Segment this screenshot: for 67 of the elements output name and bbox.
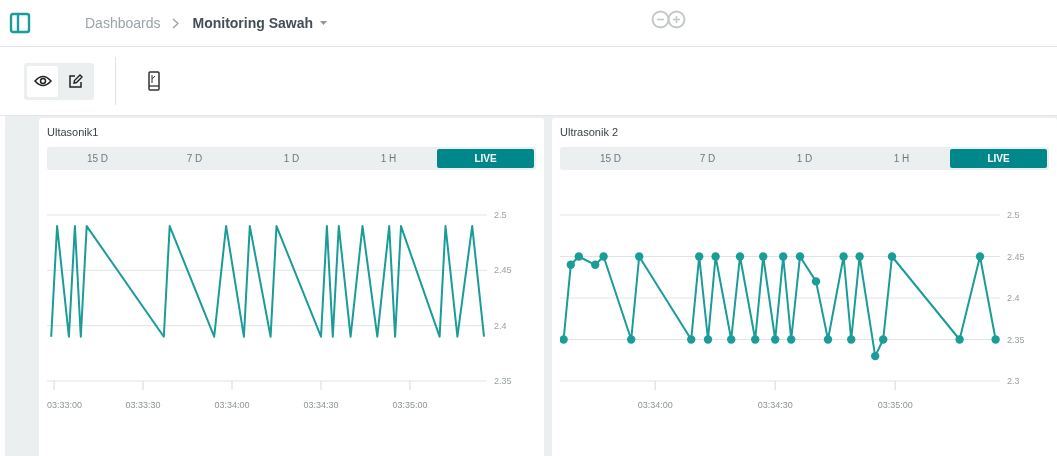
data-point [795,252,805,261]
data-point [727,335,736,344]
axis-label: 03:35:00 [877,400,913,410]
time-range-tab[interactable]: 7 D [146,149,243,168]
data-point [871,351,880,361]
axis-label: 03:34:30 [303,400,339,410]
data-point [711,252,720,261]
axis-label: 03:34:30 [757,400,793,410]
axis-label: 2.5 [494,210,507,220]
axis-label: 2.35 [1007,334,1025,345]
axis-label: 2.4 [494,320,507,331]
axis-label: 2.4 [1007,293,1020,303]
data-point [574,252,583,261]
breadcrumb-link[interactable]: Dashboards [85,12,161,34]
axis-label: 03:34:00 [637,400,673,410]
axis-label: 2.35 [494,376,512,386]
sidebar-toggle-icon[interactable] [9,12,31,34]
data-point [811,277,821,286]
dashboard-title[interactable]: Monitoring Sawah [192,12,314,34]
data-point [955,335,964,344]
data-point [779,252,788,261]
data-point [855,252,864,261]
data-point [687,335,696,344]
data-point [771,335,780,344]
data-point [566,260,575,269]
time-range-tab[interactable]: LIVE [437,149,534,168]
data-point [635,252,644,261]
caret-icon[interactable] [320,21,328,25]
eye-icon[interactable] [27,65,58,97]
time-range-tab[interactable]: 1 H [853,149,950,168]
axis-label: 03:34:00 [214,400,250,410]
time-range-tab[interactable]: 1 H [340,149,437,168]
logo-icon [651,10,686,29]
time-range-tab[interactable]: 1 D [756,149,853,168]
data-point [887,252,897,261]
time-range-tab[interactable]: LIVE [950,149,1047,168]
data-point [991,335,1000,344]
data-point [787,335,796,344]
data-point [627,335,636,344]
data-point [735,252,745,261]
data-point [839,252,848,261]
data-point [751,335,760,344]
mobile-view-icon[interactable] [147,71,161,91]
chevron-icon [171,17,179,29]
axis-label: 2.3 [1007,376,1020,386]
time-range-tab[interactable]: 15 D [49,149,146,168]
axis-label: 03:35:00 [392,400,428,410]
data-point [975,252,985,261]
data-point [759,252,768,261]
axis-label: 2.5 [1007,210,1020,220]
data-point [695,252,704,261]
data-point [823,335,833,344]
data-point [591,260,600,269]
widget-title: Ultrasonik 2 [560,125,620,140]
time-range-tab[interactable]: 15 D [562,149,659,168]
axis-label: 2.45 [1007,251,1025,262]
data-point [703,335,713,344]
axis-label: 03:33:00 [47,400,83,410]
data-point [847,335,856,344]
time-range-tab[interactable]: 7 D [659,149,756,168]
data-point [879,335,888,344]
data-point [599,252,608,261]
data-point [560,335,568,344]
widget-title: Ultasonik1 [47,125,100,140]
time-range-tab[interactable]: 1 D [243,149,340,168]
axis-label: 2.45 [494,265,512,276]
axis-label: 03:33:30 [125,400,161,410]
